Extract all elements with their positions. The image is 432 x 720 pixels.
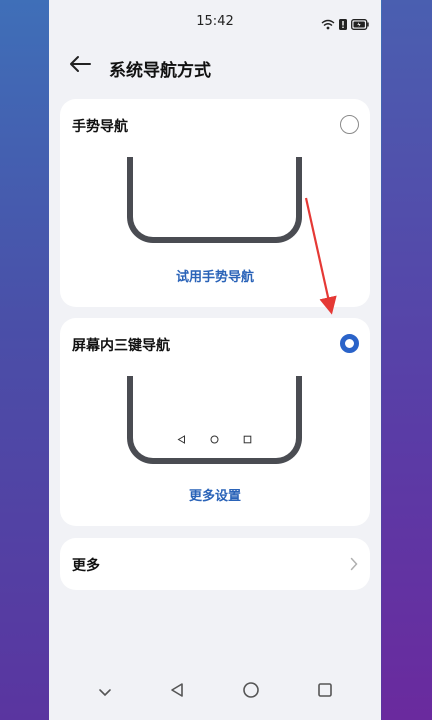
battery-icon <box>351 15 369 34</box>
alert-icon <box>339 15 347 34</box>
wifi-icon <box>321 15 335 34</box>
header: 系统导航方式 <box>49 48 381 84</box>
back-button[interactable] <box>67 54 93 78</box>
recents-square-icon <box>243 429 252 448</box>
gesture-navigation-title: 手势导航 <box>72 119 128 135</box>
phone-screen: 15:42 系统导航方式 手势导航 试用手势导航 屏幕内三键导航 更多设置 更多 <box>49 0 381 720</box>
nav-home-icon[interactable] <box>242 681 260 703</box>
three-key-phone-illustration <box>127 376 302 464</box>
status-bar: 15:42 <box>49 0 381 44</box>
try-gesture-link[interactable]: 试用手势导航 <box>60 266 370 285</box>
back-arrow-icon <box>69 55 91 77</box>
chevron-right-icon <box>350 556 358 575</box>
more-settings-link[interactable]: 更多设置 <box>60 485 370 504</box>
illustration-nav-keys <box>133 429 296 448</box>
more-label: 更多 <box>72 558 100 574</box>
gesture-navigation-radio[interactable] <box>340 115 359 134</box>
background-right <box>382 0 432 720</box>
three-key-navigation-card[interactable]: 屏幕内三键导航 更多设置 <box>60 318 370 526</box>
back-triangle-icon <box>177 429 186 448</box>
gesture-phone-illustration <box>127 157 302 243</box>
hide-nav-chevron-icon[interactable] <box>98 683 112 702</box>
three-key-navigation-radio[interactable] <box>340 334 359 353</box>
home-circle-icon <box>210 429 219 448</box>
three-key-navigation-title: 屏幕内三键导航 <box>72 338 170 354</box>
system-nav-bar <box>49 664 381 720</box>
page-title: 系统导航方式 <box>109 61 211 81</box>
nav-recents-icon[interactable] <box>317 682 333 702</box>
more-row[interactable]: 更多 <box>60 538 370 590</box>
status-icons <box>321 15 369 34</box>
gesture-navigation-card[interactable]: 手势导航 试用手势导航 <box>60 99 370 307</box>
nav-back-icon[interactable] <box>169 682 185 702</box>
